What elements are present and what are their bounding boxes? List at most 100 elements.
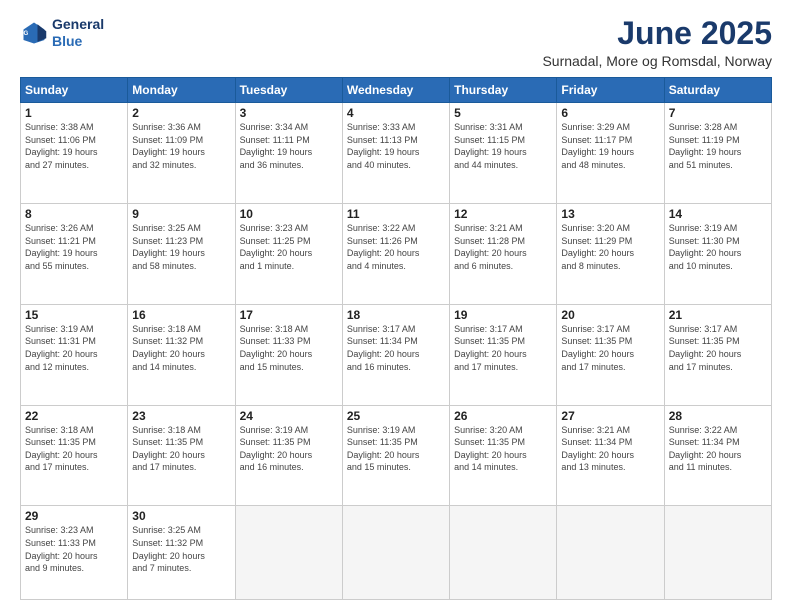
day-number: 17	[240, 308, 338, 322]
day-info: Sunrise: 3:23 AM Sunset: 11:25 PM Daylig…	[240, 222, 338, 272]
col-header-thursday: Thursday	[450, 78, 557, 103]
calendar-cell: 1Sunrise: 3:38 AM Sunset: 11:06 PM Dayli…	[21, 103, 128, 204]
header: G General Blue June 2025 Surnadal, More …	[20, 16, 772, 69]
calendar-cell: 12Sunrise: 3:21 AM Sunset: 11:28 PM Dayl…	[450, 204, 557, 305]
day-info: Sunrise: 3:17 AM Sunset: 11:35 PM Daylig…	[561, 323, 659, 373]
col-header-wednesday: Wednesday	[342, 78, 449, 103]
day-number: 21	[669, 308, 767, 322]
col-header-saturday: Saturday	[664, 78, 771, 103]
calendar-cell: 24Sunrise: 3:19 AM Sunset: 11:35 PM Dayl…	[235, 405, 342, 506]
calendar-cell: 18Sunrise: 3:17 AM Sunset: 11:34 PM Dayl…	[342, 304, 449, 405]
day-number: 11	[347, 207, 445, 221]
calendar-cell: 6Sunrise: 3:29 AM Sunset: 11:17 PM Dayli…	[557, 103, 664, 204]
calendar-cell: 10Sunrise: 3:23 AM Sunset: 11:25 PM Dayl…	[235, 204, 342, 305]
day-info: Sunrise: 3:33 AM Sunset: 11:13 PM Daylig…	[347, 121, 445, 171]
day-info: Sunrise: 3:36 AM Sunset: 11:09 PM Daylig…	[132, 121, 230, 171]
calendar-cell: 4Sunrise: 3:33 AM Sunset: 11:13 PM Dayli…	[342, 103, 449, 204]
calendar-week-3: 15Sunrise: 3:19 AM Sunset: 11:31 PM Dayl…	[21, 304, 772, 405]
day-number: 16	[132, 308, 230, 322]
col-header-sunday: Sunday	[21, 78, 128, 103]
col-header-monday: Monday	[128, 78, 235, 103]
day-number: 12	[454, 207, 552, 221]
calendar-cell: 29Sunrise: 3:23 AM Sunset: 11:33 PM Dayl…	[21, 506, 128, 600]
calendar-cell: 7Sunrise: 3:28 AM Sunset: 11:19 PM Dayli…	[664, 103, 771, 204]
day-info: Sunrise: 3:21 AM Sunset: 11:28 PM Daylig…	[454, 222, 552, 272]
day-number: 19	[454, 308, 552, 322]
day-info: Sunrise: 3:19 AM Sunset: 11:35 PM Daylig…	[240, 424, 338, 474]
day-info: Sunrise: 3:26 AM Sunset: 11:21 PM Daylig…	[25, 222, 123, 272]
day-info: Sunrise: 3:17 AM Sunset: 11:35 PM Daylig…	[669, 323, 767, 373]
calendar-cell: 16Sunrise: 3:18 AM Sunset: 11:32 PM Dayl…	[128, 304, 235, 405]
logo: G General Blue	[20, 16, 104, 50]
calendar-cell: 21Sunrise: 3:17 AM Sunset: 11:35 PM Dayl…	[664, 304, 771, 405]
day-number: 24	[240, 409, 338, 423]
day-number: 20	[561, 308, 659, 322]
calendar-cell	[235, 506, 342, 600]
day-number: 10	[240, 207, 338, 221]
calendar-cell: 5Sunrise: 3:31 AM Sunset: 11:15 PM Dayli…	[450, 103, 557, 204]
calendar-cell	[450, 506, 557, 600]
day-number: 5	[454, 106, 552, 120]
calendar-cell: 14Sunrise: 3:19 AM Sunset: 11:30 PM Dayl…	[664, 204, 771, 305]
day-info: Sunrise: 3:23 AM Sunset: 11:33 PM Daylig…	[25, 524, 123, 574]
calendar-cell: 3Sunrise: 3:34 AM Sunset: 11:11 PM Dayli…	[235, 103, 342, 204]
day-info: Sunrise: 3:18 AM Sunset: 11:33 PM Daylig…	[240, 323, 338, 373]
day-info: Sunrise: 3:38 AM Sunset: 11:06 PM Daylig…	[25, 121, 123, 171]
calendar-cell: 19Sunrise: 3:17 AM Sunset: 11:35 PM Dayl…	[450, 304, 557, 405]
day-number: 30	[132, 509, 230, 523]
col-header-tuesday: Tuesday	[235, 78, 342, 103]
day-info: Sunrise: 3:19 AM Sunset: 11:30 PM Daylig…	[669, 222, 767, 272]
day-info: Sunrise: 3:31 AM Sunset: 11:15 PM Daylig…	[454, 121, 552, 171]
day-number: 18	[347, 308, 445, 322]
logo-icon: G	[20, 19, 48, 47]
calendar-week-5: 29Sunrise: 3:23 AM Sunset: 11:33 PM Dayl…	[21, 506, 772, 600]
day-number: 3	[240, 106, 338, 120]
day-number: 28	[669, 409, 767, 423]
day-number: 29	[25, 509, 123, 523]
calendar-cell: 8Sunrise: 3:26 AM Sunset: 11:21 PM Dayli…	[21, 204, 128, 305]
calendar-cell: 2Sunrise: 3:36 AM Sunset: 11:09 PM Dayli…	[128, 103, 235, 204]
calendar-cell: 13Sunrise: 3:20 AM Sunset: 11:29 PM Dayl…	[557, 204, 664, 305]
day-number: 8	[25, 207, 123, 221]
day-info: Sunrise: 3:18 AM Sunset: 11:35 PM Daylig…	[25, 424, 123, 474]
col-header-friday: Friday	[557, 78, 664, 103]
day-info: Sunrise: 3:22 AM Sunset: 11:26 PM Daylig…	[347, 222, 445, 272]
day-info: Sunrise: 3:17 AM Sunset: 11:34 PM Daylig…	[347, 323, 445, 373]
day-number: 26	[454, 409, 552, 423]
day-info: Sunrise: 3:25 AM Sunset: 11:23 PM Daylig…	[132, 222, 230, 272]
calendar-cell: 25Sunrise: 3:19 AM Sunset: 11:35 PM Dayl…	[342, 405, 449, 506]
day-info: Sunrise: 3:28 AM Sunset: 11:19 PM Daylig…	[669, 121, 767, 171]
day-info: Sunrise: 3:21 AM Sunset: 11:34 PM Daylig…	[561, 424, 659, 474]
day-info: Sunrise: 3:18 AM Sunset: 11:32 PM Daylig…	[132, 323, 230, 373]
page: G General Blue June 2025 Surnadal, More …	[0, 0, 792, 612]
day-number: 7	[669, 106, 767, 120]
calendar-cell: 15Sunrise: 3:19 AM Sunset: 11:31 PM Dayl…	[21, 304, 128, 405]
calendar-cell: 22Sunrise: 3:18 AM Sunset: 11:35 PM Dayl…	[21, 405, 128, 506]
title-block: June 2025 Surnadal, More og Romsdal, Nor…	[542, 16, 772, 69]
calendar-table: SundayMondayTuesdayWednesdayThursdayFrid…	[20, 77, 772, 600]
day-number: 15	[25, 308, 123, 322]
calendar-week-1: 1Sunrise: 3:38 AM Sunset: 11:06 PM Dayli…	[21, 103, 772, 204]
day-info: Sunrise: 3:17 AM Sunset: 11:35 PM Daylig…	[454, 323, 552, 373]
day-info: Sunrise: 3:29 AM Sunset: 11:17 PM Daylig…	[561, 121, 659, 171]
day-info: Sunrise: 3:25 AM Sunset: 11:32 PM Daylig…	[132, 524, 230, 574]
day-number: 23	[132, 409, 230, 423]
day-info: Sunrise: 3:18 AM Sunset: 11:35 PM Daylig…	[132, 424, 230, 474]
day-number: 2	[132, 106, 230, 120]
calendar-week-2: 8Sunrise: 3:26 AM Sunset: 11:21 PM Dayli…	[21, 204, 772, 305]
day-number: 22	[25, 409, 123, 423]
calendar-cell: 17Sunrise: 3:18 AM Sunset: 11:33 PM Dayl…	[235, 304, 342, 405]
svg-text:G: G	[24, 30, 29, 37]
day-info: Sunrise: 3:19 AM Sunset: 11:31 PM Daylig…	[25, 323, 123, 373]
day-info: Sunrise: 3:19 AM Sunset: 11:35 PM Daylig…	[347, 424, 445, 474]
calendar-cell: 9Sunrise: 3:25 AM Sunset: 11:23 PM Dayli…	[128, 204, 235, 305]
calendar-cell: 23Sunrise: 3:18 AM Sunset: 11:35 PM Dayl…	[128, 405, 235, 506]
calendar-cell: 26Sunrise: 3:20 AM Sunset: 11:35 PM Dayl…	[450, 405, 557, 506]
day-info: Sunrise: 3:20 AM Sunset: 11:29 PM Daylig…	[561, 222, 659, 272]
calendar-cell: 28Sunrise: 3:22 AM Sunset: 11:34 PM Dayl…	[664, 405, 771, 506]
calendar-week-4: 22Sunrise: 3:18 AM Sunset: 11:35 PM Dayl…	[21, 405, 772, 506]
calendar-cell: 30Sunrise: 3:25 AM Sunset: 11:32 PM Dayl…	[128, 506, 235, 600]
day-info: Sunrise: 3:22 AM Sunset: 11:34 PM Daylig…	[669, 424, 767, 474]
calendar-cell: 11Sunrise: 3:22 AM Sunset: 11:26 PM Dayl…	[342, 204, 449, 305]
calendar-header-row: SundayMondayTuesdayWednesdayThursdayFrid…	[21, 78, 772, 103]
